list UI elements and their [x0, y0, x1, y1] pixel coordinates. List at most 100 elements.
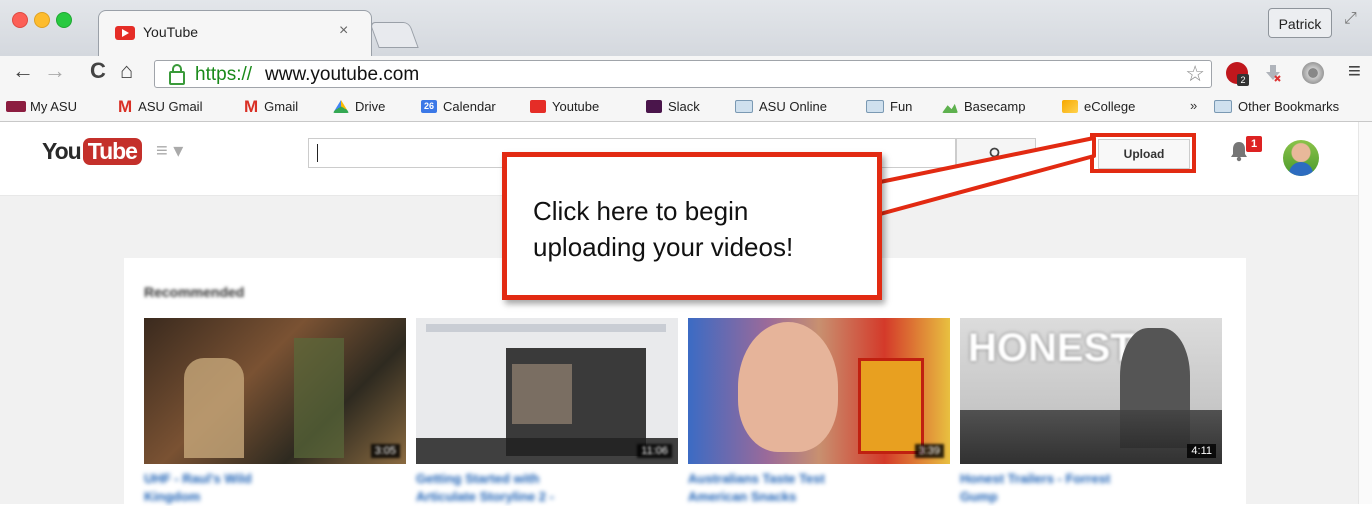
video-duration: 11:06: [637, 444, 672, 458]
tab-title: YouTube: [143, 24, 199, 40]
video-title[interactable]: UHF - Raul's Wild Kingdom: [144, 470, 252, 506]
basecamp-icon: [942, 103, 958, 113]
video-title[interactable]: Getting Started with Articulate Storylin…: [416, 470, 554, 506]
bookmark-asu-gmail[interactable]: M ASU Gmail: [118, 92, 202, 121]
video-title-line: American Snacks: [688, 489, 797, 504]
search-button[interactable]: [956, 138, 1036, 168]
thumbnail-face: [738, 322, 838, 452]
video-title-line: Gump: [960, 489, 998, 504]
back-icon[interactable]: ←: [12, 58, 34, 84]
bookmark-other-bookmarks[interactable]: Other Bookmarks: [1214, 92, 1339, 121]
text-caret: [317, 144, 318, 162]
callout-line: uploading your videos!: [533, 232, 794, 262]
minimize-window-button[interactable]: [34, 12, 50, 28]
fullscreen-icon[interactable]: ⤢: [1344, 10, 1357, 28]
bookmark-asu-online[interactable]: ASU Online: [735, 92, 827, 121]
folder-icon: [866, 100, 884, 113]
bookmark-label: Youtube: [552, 99, 600, 114]
video-thumbnail[interactable]: 3:05: [144, 318, 406, 464]
menu-icon[interactable]: ≡: [1348, 58, 1361, 84]
callout-text: Click here to begin uploading your video…: [533, 193, 793, 265]
youtube-logo[interactable]: You Tube: [42, 138, 142, 165]
video-duration: 4:11: [1187, 444, 1216, 458]
bookmark-label: Basecamp: [964, 99, 1026, 114]
video-duration: 3:05: [370, 444, 400, 458]
home-icon[interactable]: ⌂: [120, 58, 133, 84]
drive-icon: [333, 100, 349, 113]
gmail-icon: M: [118, 96, 133, 116]
profile-button[interactable]: Patrick: [1268, 8, 1332, 38]
thumbnail-overlay: [960, 410, 1222, 464]
video-title[interactable]: Australians Taste Test American Snacks: [688, 470, 825, 506]
download-extension-icon[interactable]: [1264, 64, 1282, 82]
logo-tube: Tube: [82, 138, 142, 165]
bookmark-label: Other Bookmarks: [1238, 99, 1340, 114]
youtube-favicon-icon: [115, 26, 135, 40]
reload-icon[interactable]: C: [90, 58, 106, 84]
bookmark-my-asu[interactable]: My ASU: [6, 92, 77, 121]
url-host: www.youtube.com: [265, 64, 420, 85]
forward-icon[interactable]: →: [44, 58, 66, 84]
bookmark-calendar[interactable]: 26 Calendar: [421, 92, 496, 121]
bookmark-label: Slack: [668, 99, 700, 114]
folder-icon: [1214, 100, 1232, 113]
bookmark-label: Fun: [890, 99, 913, 114]
section-title: Recommended: [144, 284, 245, 300]
video-thumbnail[interactable]: 3:39: [688, 318, 950, 464]
asu-icon: [6, 101, 26, 112]
video-title-line: Australians Taste Test: [688, 471, 825, 486]
bookmark-fun[interactable]: Fun: [866, 92, 912, 121]
bookmark-label: ASU Online: [759, 99, 827, 114]
video-duration: 3:39: [914, 444, 944, 458]
video-title-line: UHF - Raul's Wild: [144, 471, 252, 486]
bookmark-label: Drive: [355, 99, 386, 114]
lock-icon: [169, 64, 185, 85]
video-title[interactable]: Honest Trailers - Forrest Gump: [960, 470, 1110, 506]
bookmark-youtube[interactable]: Youtube: [530, 92, 599, 121]
address-bar[interactable]: https:// www.youtube.com ☆: [154, 60, 1212, 88]
video-thumbnail[interactable]: HONEST 4:11: [960, 318, 1222, 464]
bookmark-label: Calendar: [443, 99, 496, 114]
callout-line: Click here to begin: [533, 196, 749, 226]
video-title-line: Getting Started with: [416, 471, 540, 486]
bookmark-slack[interactable]: Slack: [646, 92, 700, 121]
thumbnail-title-art: HONEST: [968, 326, 1135, 370]
upload-button[interactable]: Upload: [1098, 139, 1190, 169]
logo-you: You: [42, 138, 82, 164]
video-thumbnail[interactable]: 11:06: [416, 318, 678, 464]
thumbnail-photo: [512, 364, 572, 424]
bookmark-gmail[interactable]: M Gmail: [244, 92, 298, 121]
close-window-button[interactable]: [12, 12, 28, 28]
bookmarks-overflow-icon[interactable]: »: [1190, 98, 1197, 113]
ecollege-icon: [1062, 100, 1078, 113]
slack-icon: [646, 100, 662, 113]
avatar[interactable]: [1283, 140, 1319, 176]
browser-toolbar: ← → C ⌂ https:// www.youtube.com ☆ 2 ≡: [0, 56, 1372, 92]
thumbnail-snack: [858, 358, 924, 454]
bookmarks-bar: My ASU M ASU Gmail M Gmail Drive 26 Cale…: [0, 92, 1372, 122]
thumbnail-bar: [426, 324, 666, 332]
film-extension-icon[interactable]: [1302, 62, 1324, 84]
bookmark-label: ASU Gmail: [138, 99, 203, 114]
search-icon: [989, 147, 1003, 161]
calendar-icon: 26: [421, 100, 437, 113]
tab-close-icon[interactable]: ×: [339, 22, 348, 40]
bookmark-label: My ASU: [30, 99, 77, 114]
bookmark-ecollege[interactable]: eCollege: [1062, 92, 1135, 121]
bookmark-label: eCollege: [1084, 99, 1136, 114]
scrollbar[interactable]: [1358, 122, 1372, 504]
gmail-icon: M: [244, 96, 259, 116]
thumbnail-figure: [184, 358, 244, 458]
bookmark-drive[interactable]: Drive: [333, 92, 385, 121]
zoom-window-button[interactable]: [56, 12, 72, 28]
tab-youtube[interactable]: YouTube ×: [98, 10, 372, 61]
bookmark-star-icon[interactable]: ☆: [1185, 61, 1205, 87]
new-tab-button[interactable]: [369, 22, 419, 48]
extension-badge: 2: [1237, 74, 1249, 86]
opera-extension-icon[interactable]: 2: [1226, 62, 1249, 86]
bookmark-label: Gmail: [264, 99, 299, 114]
bookmark-basecamp[interactable]: Basecamp: [942, 92, 1025, 121]
guide-menu-icon[interactable]: ≡ ▾: [156, 138, 183, 163]
tab-strip: YouTube × Patrick ⤢: [0, 0, 1372, 61]
notification-count-badge: 1: [1246, 136, 1262, 152]
